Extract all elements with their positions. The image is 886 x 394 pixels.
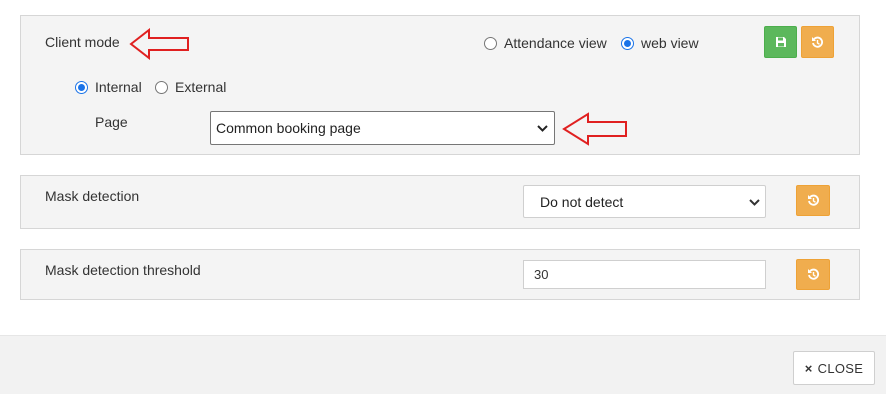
chevron-down-icon	[537, 125, 548, 132]
undo-history-icon	[807, 194, 819, 206]
web-view-label: web view	[641, 35, 699, 51]
mask-detection-title: Mask detection	[45, 188, 140, 204]
close-button[interactable]: × CLOSE	[793, 351, 875, 385]
mask-detection-select-value: Do not detect	[540, 193, 624, 210]
internal-radio[interactable]: Internal	[75, 79, 142, 95]
external-radio[interactable]: External	[155, 79, 226, 95]
radio-button[interactable]	[155, 80, 168, 94]
web-view-radio[interactable]: web view	[621, 35, 699, 51]
radio-button[interactable]	[484, 36, 497, 50]
page-label: Page	[95, 114, 128, 130]
close-icon: ×	[804, 360, 813, 376]
mask-detection-panel: Mask detection Do not detect	[20, 175, 860, 229]
radio-button[interactable]	[75, 80, 88, 94]
mask-threshold-title: Mask detection threshold	[45, 262, 201, 278]
mask-detection-select[interactable]: Do not detect	[523, 185, 766, 218]
mask-threshold-input[interactable]: 30	[523, 260, 766, 289]
page-select[interactable]: Common booking page	[210, 111, 555, 145]
reset-button[interactable]	[801, 26, 834, 58]
mask-threshold-value: 30	[534, 267, 549, 282]
dialog-footer: × CLOSE	[0, 335, 886, 394]
close-button-label: CLOSE	[817, 360, 864, 376]
undo-history-icon	[807, 268, 819, 280]
external-label: External	[175, 79, 227, 95]
attendance-view-radio[interactable]: Attendance view	[484, 35, 607, 51]
radio-button[interactable]	[621, 36, 634, 50]
page-select-value: Common booking page	[216, 120, 361, 136]
attendance-view-label: Attendance view	[504, 35, 607, 51]
mask-threshold-reset-button[interactable]	[796, 259, 830, 290]
client-mode-panel: Client mode Attendance view web view Int…	[20, 15, 860, 155]
floppy-disk-icon	[775, 37, 786, 47]
undo-history-icon	[812, 36, 823, 48]
client-mode-title: Client mode	[45, 34, 120, 50]
mask-threshold-panel: Mask detection threshold 30	[20, 249, 860, 300]
chevron-down-icon	[749, 198, 760, 206]
left-arrow-annotation-icon	[562, 112, 627, 146]
save-button[interactable]	[764, 26, 797, 58]
mask-detection-reset-button[interactable]	[796, 185, 830, 216]
left-arrow-annotation-icon	[129, 28, 189, 60]
internal-label: Internal	[95, 79, 142, 95]
